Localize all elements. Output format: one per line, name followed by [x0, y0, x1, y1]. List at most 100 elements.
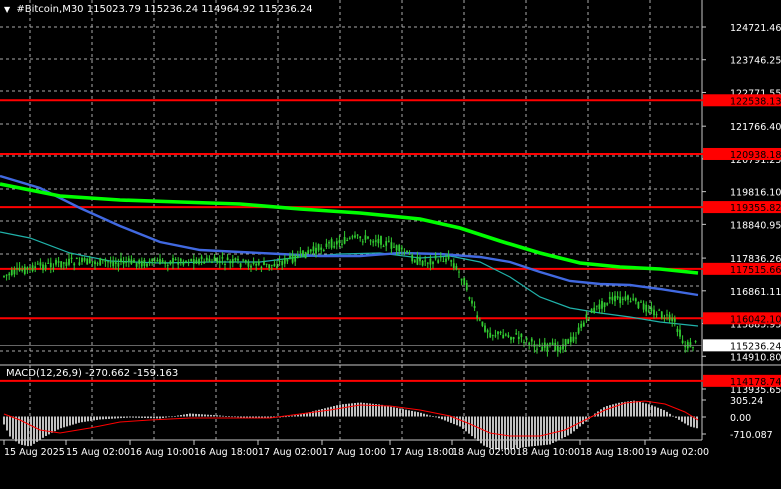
- candle-body: [369, 240, 372, 242]
- candle-body: [65, 262, 68, 266]
- candle-body: [575, 337, 577, 339]
- macd-bar: [291, 415, 293, 417]
- macd-bar: [561, 416, 563, 439]
- candle-body: [104, 260, 107, 262]
- macd-bar: [477, 416, 479, 441]
- macd-bar: [333, 406, 335, 417]
- candle-body: [554, 342, 557, 351]
- candle-body: [637, 301, 640, 309]
- candle-body: [203, 261, 206, 264]
- macd-bar: [132, 416, 134, 418]
- macd-bar: [330, 406, 332, 417]
- candle-body: [117, 262, 120, 267]
- macd-bar: [432, 416, 434, 417]
- candle-body: [276, 266, 278, 268]
- candle-body: [146, 263, 148, 267]
- candle-body: [86, 258, 89, 265]
- candle-body: [577, 327, 580, 334]
- macd-bar: [495, 416, 497, 450]
- candle-body: [237, 258, 239, 261]
- candle-body: [289, 255, 291, 259]
- macd-bar: [180, 415, 182, 417]
- candle-body: [489, 332, 492, 338]
- candle-body: [429, 258, 432, 265]
- candle-body: [8, 273, 11, 276]
- macd-bar: [441, 416, 443, 420]
- candle-body: [315, 247, 317, 254]
- macd-bar: [624, 401, 626, 417]
- macd-bar: [573, 416, 575, 432]
- candle-body: [263, 261, 265, 265]
- candle-body: [400, 247, 403, 250]
- time-tick-label: 15 Aug 2025: [4, 447, 65, 458]
- macd-bar: [150, 416, 152, 419]
- macd-bar: [297, 414, 299, 417]
- candle-body: [406, 250, 408, 253]
- candle-body: [140, 261, 143, 267]
- candle-body: [55, 259, 57, 265]
- chart-canvas[interactable]: 124721.46123746.25122771.55121766.401207…: [0, 0, 781, 489]
- candle-body: [320, 247, 323, 250]
- chevron-down-icon[interactable]: ▼: [4, 5, 10, 14]
- candle-body: [356, 234, 359, 236]
- macd-bar: [522, 416, 524, 448]
- macd-bar: [423, 413, 425, 417]
- macd-bar: [45, 416, 47, 436]
- macd-bar: [99, 416, 101, 420]
- macd-bar: [654, 406, 656, 417]
- candle-body: [73, 263, 76, 266]
- macd-bar: [153, 416, 155, 419]
- macd-bar: [348, 403, 350, 417]
- macd-bar: [3, 416, 5, 425]
- macd-bar: [564, 416, 566, 437]
- candle-body: [481, 321, 484, 326]
- level-label: 119355.82: [730, 203, 781, 214]
- macd-bar: [663, 410, 665, 417]
- candle-body: [658, 309, 661, 311]
- candle-body: [486, 330, 489, 333]
- candle-body: [169, 260, 172, 265]
- candle-body: [18, 267, 21, 271]
- macd-bar: [681, 416, 683, 422]
- candle-body: [348, 237, 351, 239]
- macd-bar: [696, 416, 698, 429]
- candle-body: [312, 246, 315, 252]
- time-tick-label: 19 Aug 02:00: [645, 447, 709, 458]
- candle-body: [265, 263, 268, 265]
- macd-bar: [240, 416, 242, 418]
- candle-body: [91, 261, 94, 263]
- candle-body: [296, 255, 299, 258]
- candle-body: [642, 303, 645, 310]
- candle-body: [172, 257, 174, 264]
- macd-bar: [612, 404, 614, 417]
- candle-body: [99, 258, 102, 266]
- candle-body: [151, 258, 154, 262]
- candle-body: [255, 264, 258, 266]
- macd-bar: [426, 414, 428, 417]
- candle-body: [299, 251, 302, 253]
- candle-body: [156, 259, 159, 262]
- candle-body: [367, 236, 369, 239]
- macd-bar: [171, 416, 173, 418]
- macd-bar: [501, 416, 503, 450]
- candle-body: [221, 257, 224, 259]
- candle-body: [653, 309, 655, 316]
- candle-body: [198, 259, 200, 264]
- macd-bar: [387, 406, 389, 417]
- macd-bar: [168, 416, 170, 418]
- macd-bar: [579, 416, 581, 427]
- candle-body: [333, 246, 336, 248]
- ohlc-values: 115023.79 115236.24 114964.92 115236.24: [86, 4, 313, 15]
- candle-body: [530, 338, 533, 342]
- candle-body: [26, 267, 29, 270]
- macd-bar: [345, 403, 347, 417]
- candle-body: [182, 261, 185, 265]
- candle-body: [666, 314, 668, 316]
- macd-bar: [429, 415, 431, 417]
- macd-bar: [165, 416, 167, 418]
- candle-body: [205, 257, 208, 261]
- macd-bar: [84, 416, 86, 422]
- macd-bar: [603, 407, 605, 417]
- candle-body: [286, 258, 289, 262]
- candle-body: [234, 258, 237, 261]
